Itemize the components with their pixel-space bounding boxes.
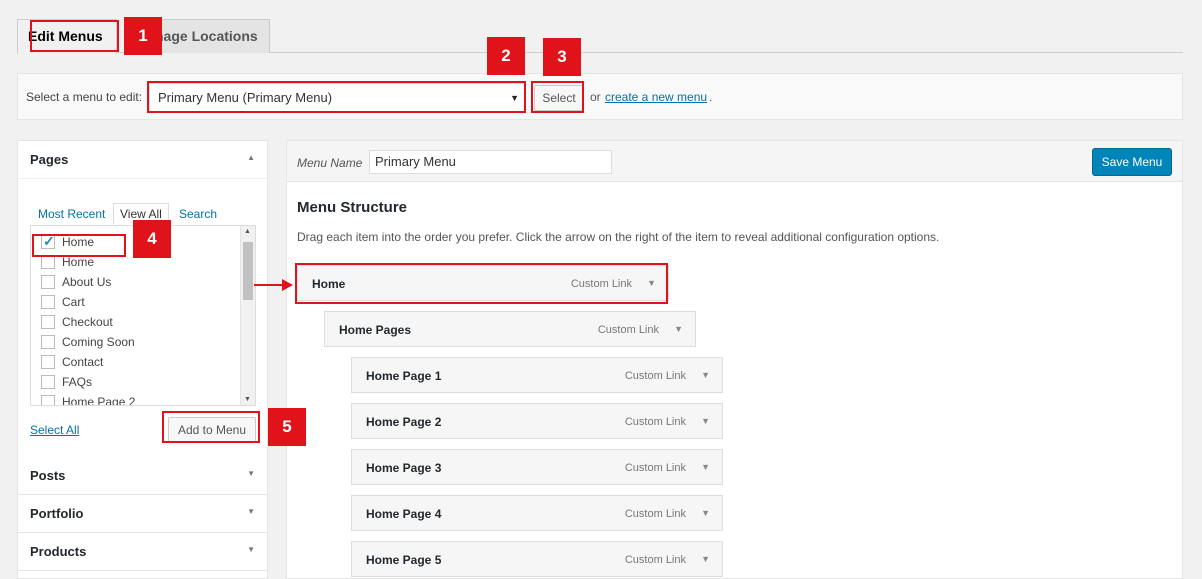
menu-item[interactable]: Home Page 3 Custom Link ▼ [351,449,723,485]
tab-most-recent[interactable]: Most Recent [38,207,105,221]
menu-item-title: Home Page 4 [366,507,442,521]
page-checklist-item[interactable]: Contact [41,354,135,374]
menu-item[interactable]: Home Pages Custom Link ▼ [324,311,696,347]
products-panel-header[interactable]: Products ▼ [18,533,267,571]
period-text: . [709,90,713,104]
posts-panel-title: Posts [30,468,66,483]
highlight-box-1 [30,20,119,52]
menu-item-type: Custom Link [624,508,686,520]
page-item-label: FAQs [62,375,93,389]
save-menu-button[interactable]: Save Menu [1092,148,1172,176]
menu-item-type: Custom Link [597,324,659,336]
menu-item-title: Home Page 2 [366,415,442,429]
menu-item-type: Custom Link [624,554,686,566]
annotation-badge-5: 5 [268,408,306,446]
menu-editor-header: Menu Name Primary Menu Save Menu [287,141,1182,182]
select-menu-label: Select a menu to edit: [26,90,143,104]
menu-item[interactable]: Home Page 4 Custom Link ▼ [351,495,723,531]
pages-panel-title: Pages [30,152,69,167]
scroll-down-icon[interactable]: ▼ [244,396,251,403]
menu-name-label: Menu Name [297,156,363,170]
products-panel-title: Products [30,544,87,559]
highlight-box-5 [162,411,260,443]
page-item-label: Cart [62,295,85,309]
menu-item-title: Home Page 1 [366,369,442,383]
menu-item-expand-icon[interactable]: ▼ [701,462,710,472]
menu-items-sidebar: Pages ▲ Most Recent View All Search Home… [17,140,268,579]
portfolio-panel-header[interactable]: Portfolio ▼ [18,495,267,533]
menu-item-expand-icon[interactable]: ▼ [701,370,710,380]
caret-up-icon: ▲ [247,153,255,162]
menu-item-type: Custom Link [624,416,686,428]
menu-item[interactable]: Home Page 2 Custom Link ▼ [351,403,723,439]
caret-down-icon: ▼ [247,507,255,516]
highlight-box-menu-home [295,263,668,304]
page-checklist-item[interactable]: Checkout [41,314,135,334]
page-checklist-item[interactable]: Cart [41,294,135,314]
page-checklist-item[interactable]: Coming Soon [41,334,135,354]
menu-structure-title: Menu Structure [297,199,408,216]
menu-structure-description: Drag each item into the order you prefer… [297,230,940,244]
page-checkbox[interactable] [41,315,55,329]
menu-item-expand-icon[interactable]: ▼ [701,508,710,518]
caret-down-icon: ▼ [247,469,255,478]
annotation-badge-2: 2 [487,37,525,75]
page-item-label: Checkout [62,315,113,329]
menu-item-expand-icon[interactable]: ▼ [701,416,710,426]
scroll-thumb[interactable] [243,242,253,300]
highlight-box-4 [32,234,126,257]
caret-down-icon: ▼ [247,545,255,554]
menu-item[interactable]: Home Page 5 Custom Link ▼ [351,541,723,577]
page-checkbox[interactable] [41,255,55,269]
menu-item-type: Custom Link [624,370,686,382]
page-checkbox[interactable] [41,395,55,405]
more-panel-header [18,571,267,579]
create-new-menu-link[interactable]: create a new menu [605,90,707,104]
pages-panel-header[interactable]: Pages ▲ [18,141,267,179]
checklist-scrollbar[interactable]: ▲ ▼ [240,226,255,405]
portfolio-panel-title: Portfolio [30,506,84,521]
page-checklist-item[interactable]: FAQs [41,374,135,394]
menu-item-expand-icon[interactable]: ▼ [674,324,683,334]
highlight-box-3 [531,81,584,113]
page-item-label: About Us [62,275,112,289]
select-all-link[interactable]: Select All [30,423,79,437]
page-checkbox[interactable] [41,355,55,369]
page-checklist-item[interactable]: Home [41,254,135,274]
menu-item-title: Home Page 5 [366,553,442,567]
page-checkbox[interactable] [41,335,55,349]
page-checklist-item[interactable]: Home Page 2 [41,394,136,406]
page-checkbox[interactable] [41,375,55,389]
annotation-badge-4: 4 [133,220,171,258]
annotation-badge-3: 3 [543,38,581,76]
scroll-up-icon[interactable]: ▲ [244,228,251,235]
page-checkbox[interactable] [41,295,55,309]
page-checkbox[interactable] [41,275,55,289]
nav-tab-wrapper: Edit Menus nage Locations [17,17,1183,54]
menu-item-type: Custom Link [624,462,686,474]
page-item-label: Home [62,255,95,269]
menu-item[interactable]: Home Page 1 Custom Link ▼ [351,357,723,393]
posts-panel-header[interactable]: Posts ▼ [18,457,267,495]
annotation-badge-1: 1 [124,17,162,55]
menu-editor: Menu Name Primary Menu Save Menu Menu St… [286,140,1183,579]
page-item-label: Home Page 2 [62,395,136,406]
menu-item-title: Home Pages [339,323,412,337]
annotation-arrow-head-icon [282,279,293,291]
highlight-box-2 [147,81,526,113]
menu-item-expand-icon[interactable]: ▼ [701,554,710,564]
menu-name-input[interactable]: Primary Menu [369,150,612,174]
page-item-label: Coming Soon [62,335,135,349]
menu-item-title: Home Page 3 [366,461,442,475]
page-item-label: Contact [62,355,104,369]
or-text: or [590,90,601,104]
tab-search[interactable]: Search [179,207,217,221]
page-checklist-item[interactable]: About Us [41,274,135,294]
